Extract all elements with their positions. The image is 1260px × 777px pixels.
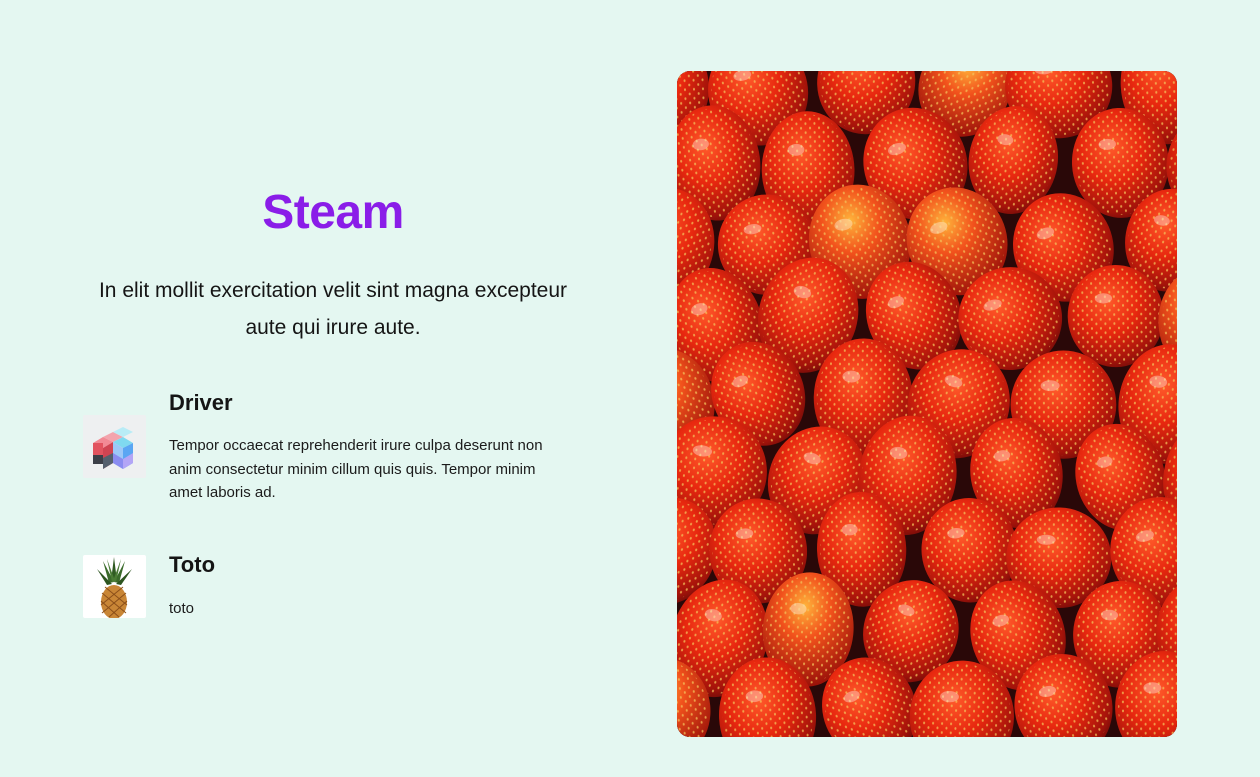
pineapple-icon xyxy=(83,555,146,618)
hero-image-strawberries xyxy=(677,71,1177,737)
feature-title: Driver xyxy=(169,390,233,415)
page: Steam In elit mollit exercitation velit … xyxy=(0,0,1260,777)
feature-description: Tempor occaecat reprehenderit irure culp… xyxy=(169,437,543,501)
page-subtitle: In elit mollit exercitation velit sint m… xyxy=(98,279,568,339)
feature-description: toto xyxy=(169,600,195,617)
page-title: Steam xyxy=(262,186,404,239)
intro-section: Steam In elit mollit exercitation velit … xyxy=(83,180,583,346)
feature-title: Toto xyxy=(169,552,216,577)
cube-icon xyxy=(83,415,146,478)
